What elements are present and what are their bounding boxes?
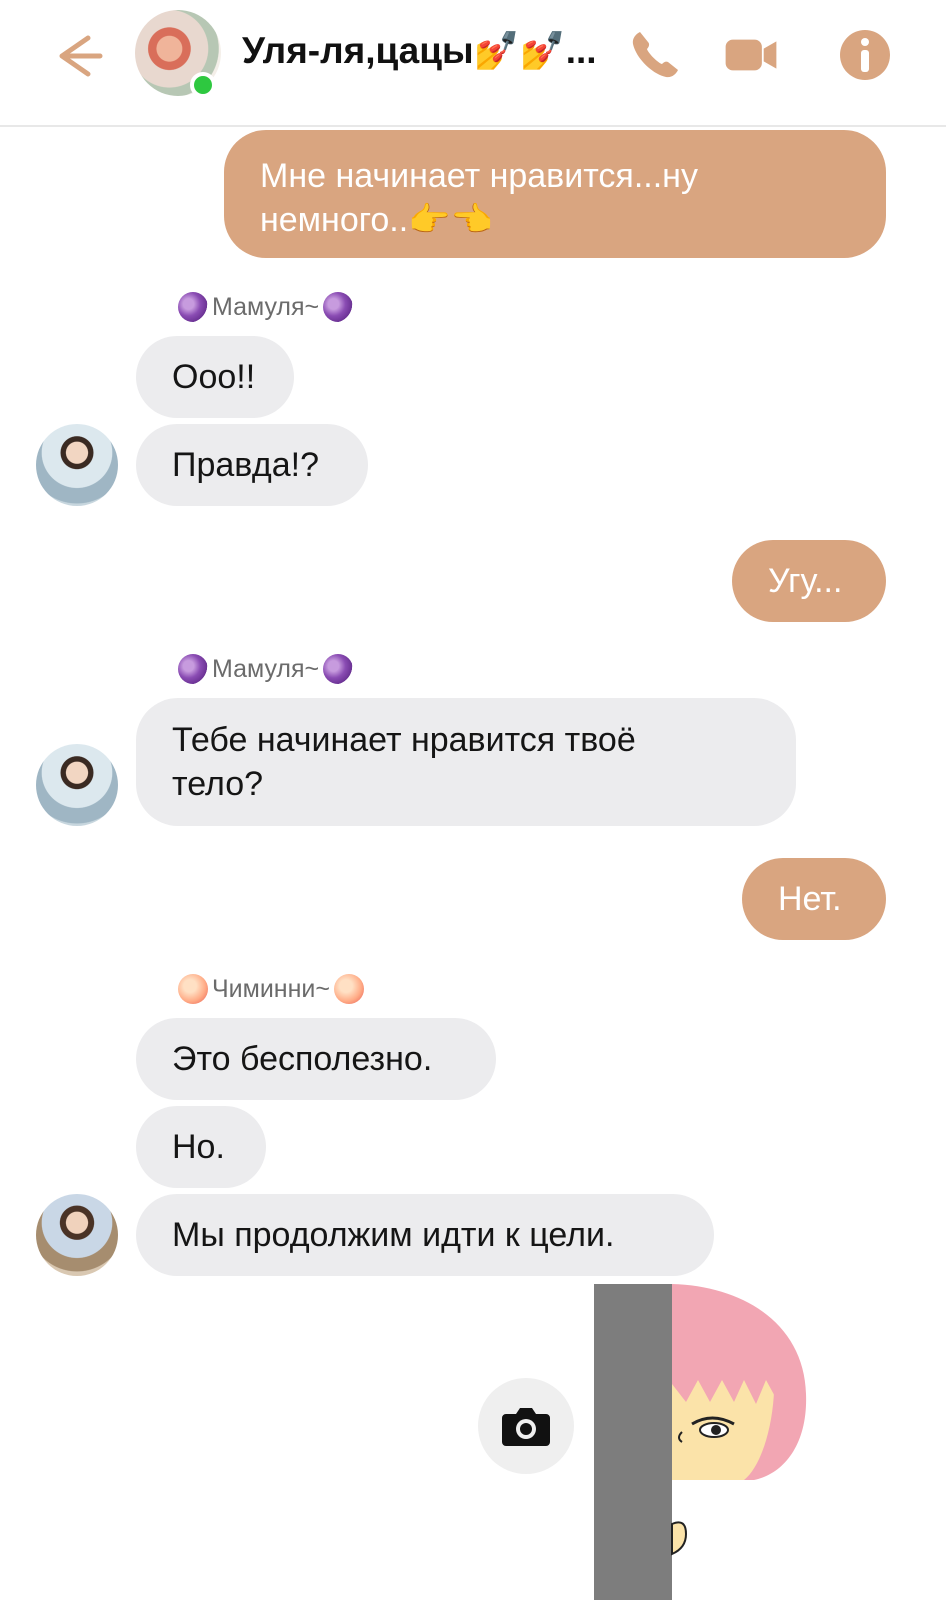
incoming-message[interactable]: Тебе начинает нравится твоё тело? [136, 698, 796, 826]
phone-icon[interactable] [626, 26, 684, 84]
sender-name: Чиминни~ [178, 974, 364, 1004]
outgoing-message[interactable]: Мне начинает нравится...ну немного..👉👈 [224, 130, 886, 258]
wall-edge [594, 1284, 672, 1600]
online-status-dot [190, 72, 216, 98]
camera-button[interactable] [478, 1378, 574, 1474]
incoming-message[interactable]: Ооо!! [136, 336, 294, 418]
chat-title[interactable]: Уля-ля,цацы💅💅... [242, 30, 597, 73]
chat-header: Уля-ля,цацы💅💅... [0, 0, 946, 127]
sender-name: Мамуля~ [178, 654, 354, 684]
incoming-message[interactable]: Правда!? [136, 424, 368, 506]
peach-icon [333, 974, 364, 1004]
grapes-icon [178, 654, 208, 684]
sender-name: Мамуля~ [178, 292, 354, 322]
info-icon[interactable] [836, 26, 894, 84]
peeking-girl-sticker[interactable] [594, 1284, 814, 1600]
outgoing-message[interactable]: Угу... [732, 540, 886, 622]
sender-avatar[interactable] [36, 744, 118, 826]
incoming-message[interactable]: Но. [136, 1106, 266, 1188]
outgoing-message[interactable]: Нет. [742, 858, 886, 940]
grapes-icon [323, 292, 354, 322]
camera-icon [502, 1408, 550, 1446]
sender-avatar[interactable] [36, 424, 118, 506]
back-arrow-icon[interactable] [48, 28, 104, 84]
peach-icon [178, 974, 208, 1004]
video-camera-icon[interactable] [722, 26, 780, 84]
incoming-message[interactable]: Это бесполезно. [136, 1018, 496, 1100]
grapes-icon [178, 292, 208, 322]
sender-avatar[interactable] [36, 1194, 118, 1276]
incoming-message[interactable]: Мы продолжим идти к цели. [136, 1194, 714, 1276]
grapes-icon [323, 654, 354, 684]
